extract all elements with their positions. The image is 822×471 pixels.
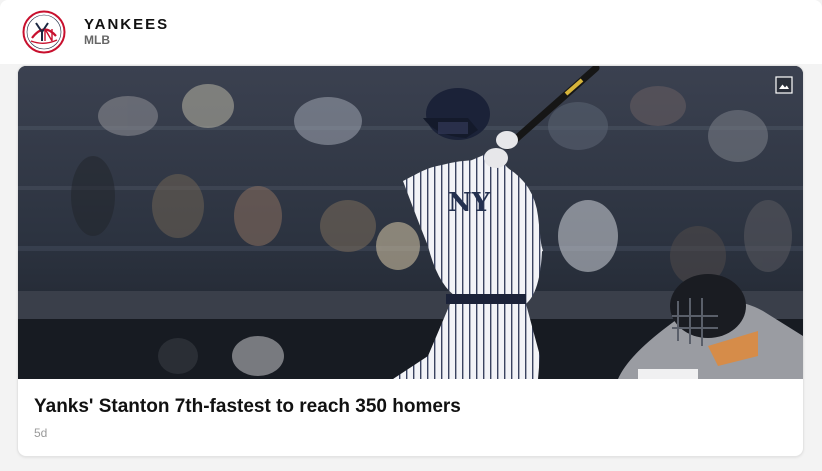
- article-card[interactable]: NY Yanks' Stanton 7th-fastest to reach 3…: [18, 66, 803, 456]
- team-header: YANKEES MLB: [0, 0, 822, 64]
- article-age: 5d: [34, 426, 48, 440]
- svg-text:NY: NY: [448, 188, 491, 218]
- news-widget: YANKEES MLB NY Yanks' Stanton 7th-fastes…: [0, 0, 822, 471]
- article-headline[interactable]: Yanks' Stanton 7th-fastest to reach 350 …: [34, 396, 461, 418]
- league-label: MLB: [84, 33, 110, 47]
- team-name[interactable]: YANKEES: [84, 16, 169, 33]
- gallery-icon[interactable]: [775, 76, 793, 94]
- batter-photo-illustration: NY: [18, 66, 803, 379]
- yankees-logo-icon: [22, 10, 66, 54]
- article-photo[interactable]: NY: [18, 66, 803, 379]
